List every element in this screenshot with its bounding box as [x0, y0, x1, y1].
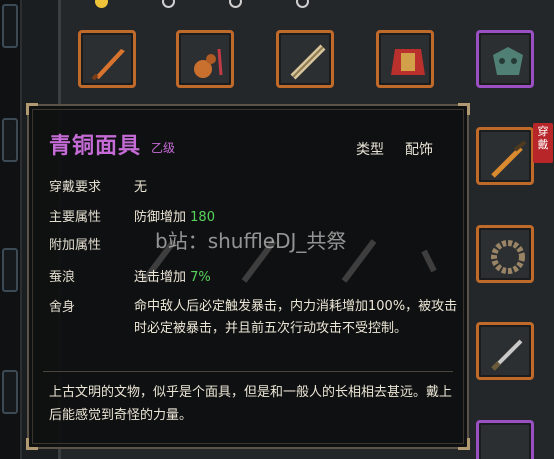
main-attribute-text: 防御增加 180	[134, 206, 215, 225]
watermark: b站：shuffleDJ_共祭	[155, 229, 347, 253]
skill-description: 命中敌人后必定触发暴击，内力消耗增加100%，被攻击时必定被暴击，并且前五次行动…	[134, 299, 458, 336]
armor-icon	[391, 49, 425, 75]
category-filter	[95, 0, 495, 10]
flavor-text: 上古文明的文物，似乎是个面具，但是和一般人的长相相去甚远。戴上后能感觉到奇怪的力…	[49, 385, 453, 423]
wear-requirement-label: 穿戴要求	[49, 180, 102, 195]
inventory-slot[interactable]	[276, 30, 334, 88]
tooltip-corner	[458, 103, 470, 115]
inventory-slot[interactable]	[376, 30, 434, 88]
inventory-slot[interactable]	[176, 30, 234, 88]
main-attribute-value: 180	[190, 210, 215, 225]
rail-tab[interactable]	[2, 248, 18, 292]
tooltip-corner	[26, 103, 38, 115]
type-value: 配饰	[405, 142, 433, 158]
left-rail	[0, 0, 22, 459]
attribute-value: 7%	[190, 270, 211, 285]
tooltip-corner	[26, 438, 38, 450]
extra-attribute-label: 附加属性	[49, 238, 102, 253]
attribute-name: 连击增加	[134, 270, 187, 285]
filter-radio-armor[interactable]	[229, 0, 242, 8]
sword-icon	[91, 49, 125, 81]
inventory-slot[interactable]	[78, 30, 136, 88]
mask-icon	[493, 47, 523, 75]
rail-tab[interactable]	[2, 4, 18, 48]
type-label: 类型	[356, 142, 384, 158]
inventory-slot[interactable]	[476, 127, 534, 185]
main-attribute-label: 主要属性	[49, 210, 102, 225]
item-tooltip: 青铜面具 乙级 类型 配饰 穿戴要求 无 主要属性 防御增加 180 附加属性 …	[26, 103, 470, 450]
attribute-label: 蚕浪	[49, 270, 76, 285]
item-name: 青铜面具	[49, 134, 142, 159]
blade-icon	[491, 339, 523, 371]
filter-radio-weapon[interactable]	[162, 0, 175, 8]
main-attribute-name: 防御增加	[134, 210, 187, 225]
inventory-slot[interactable]	[476, 322, 534, 380]
rail-tab[interactable]	[2, 370, 18, 414]
gourd-icon	[194, 48, 223, 78]
tooltip-corner	[458, 438, 470, 450]
filter-radio-all[interactable]	[95, 0, 108, 8]
divider	[43, 371, 453, 372]
skill-label: 舍身	[49, 300, 76, 315]
filter-radio-accessory[interactable]	[296, 0, 309, 8]
equipped-badge: 穿戴	[533, 123, 553, 163]
inventory-slot[interactable]	[476, 420, 534, 459]
inventory-slot[interactable]	[476, 30, 534, 88]
beads-icon	[491, 240, 525, 274]
wear-requirement-value: 无	[134, 180, 148, 195]
scroll-icon	[290, 44, 326, 80]
inventory-slot[interactable]	[476, 225, 534, 283]
brush-icon	[491, 140, 527, 178]
item-grade: 乙级	[151, 141, 176, 155]
rail-tab[interactable]	[2, 118, 18, 162]
attribute-text: 连击增加 7%	[134, 266, 211, 285]
